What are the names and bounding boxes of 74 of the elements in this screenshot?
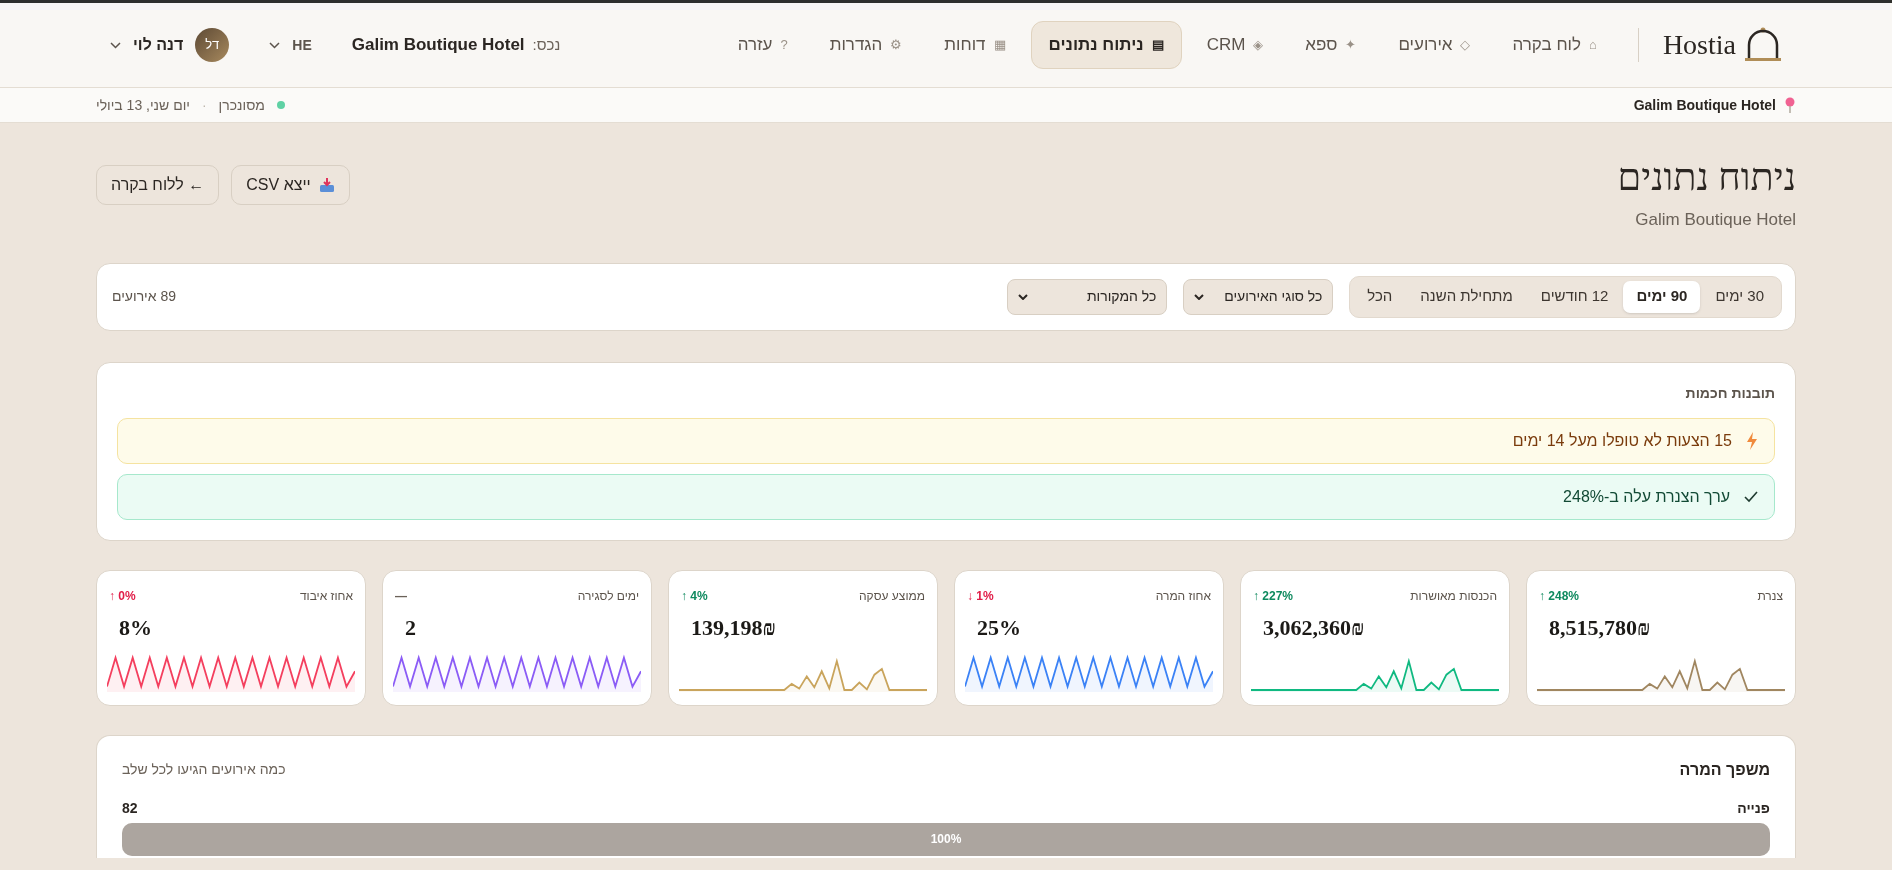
nav-icon: ◈ bbox=[1253, 35, 1264, 55]
chevron-down-icon bbox=[1018, 293, 1029, 300]
kpi-delta: — bbox=[395, 587, 407, 605]
nav-tab[interactable]: ◇ אירועים bbox=[1381, 21, 1488, 69]
section-title: תובנות חכמות bbox=[1684, 383, 1775, 403]
event-count: 89 אירועים bbox=[112, 287, 176, 306]
kpi-label: צנרת bbox=[1757, 587, 1783, 605]
user-name: דנה לוי bbox=[133, 35, 184, 55]
nav-tab[interactable]: ◈ CRM bbox=[1189, 21, 1281, 69]
export-button[interactable]: ייצא CSV bbox=[231, 165, 350, 205]
nav-icon: ✦ bbox=[1345, 35, 1357, 55]
nav-icon: ⚙ bbox=[890, 35, 903, 55]
kpi-label: אחוז המרה bbox=[1155, 587, 1211, 605]
period-tab[interactable]: מתחילת השנה bbox=[1407, 280, 1526, 313]
stage-name: פנייה bbox=[1737, 798, 1770, 818]
nav-icon: ▦ bbox=[993, 35, 1006, 55]
kpi-delta: ↑ 227% bbox=[1253, 587, 1294, 605]
period-tab[interactable]: 90 ימים bbox=[1623, 280, 1701, 313]
nav-icon: ◇ bbox=[1460, 35, 1471, 55]
insight-text: ערך הצנרת עלה ב-248% bbox=[1563, 486, 1730, 507]
kpi-delta: ↑ 4% bbox=[681, 587, 708, 605]
sync-status: מסונכרן bbox=[218, 95, 265, 115]
kpi-value: 3,062,360₪ bbox=[1263, 613, 1365, 642]
nav-tab[interactable]: ⚙ הגדרות bbox=[812, 21, 920, 69]
chevron-down-icon bbox=[110, 41, 121, 49]
cloche-logo-icon bbox=[1744, 27, 1782, 63]
nav-tab[interactable]: ⌂ לוח בקרה bbox=[1495, 21, 1614, 69]
page-subtitle: Galim Boutique Hotel bbox=[1634, 209, 1796, 231]
funnel-bar: 100% bbox=[122, 822, 1770, 856]
section-subtitle: כמה אירועים הגיעו לכל שלב bbox=[122, 760, 286, 779]
kpi-delta: ↑ 248% bbox=[1539, 587, 1580, 605]
page-title: ניתוח נתונים bbox=[1617, 155, 1796, 200]
nav-tab[interactable]: ? עזרה bbox=[720, 21, 805, 69]
kpi-value: 8% bbox=[119, 613, 152, 642]
nav-tab[interactable]: ▤ ניתוח נתונים bbox=[1030, 21, 1182, 69]
kpi-value: 2 bbox=[405, 613, 416, 642]
check-icon bbox=[1744, 490, 1758, 503]
kpi-delta: ↑ 0% bbox=[109, 587, 136, 605]
chevron-down-icon bbox=[1194, 293, 1205, 300]
back-button[interactable]: ← ללוח בקרה bbox=[96, 165, 220, 205]
property-name: Galim Boutique Hotel bbox=[351, 34, 525, 57]
filter-dropdown[interactable]: כל המקורות bbox=[1007, 278, 1168, 315]
period-tab[interactable]: הכל bbox=[1354, 280, 1406, 313]
nav-icon: ▤ bbox=[1151, 35, 1164, 55]
filter-dropdown[interactable]: כל סוגי האירועים bbox=[1183, 278, 1334, 315]
kpi-delta: ↓ 1% bbox=[967, 587, 994, 605]
date-text: יום שני, 13 ביולי bbox=[96, 95, 190, 115]
stage-count: 82 bbox=[122, 798, 138, 818]
period-tab[interactable]: 12 חודשים bbox=[1527, 280, 1622, 313]
lightning-icon bbox=[1746, 431, 1758, 450]
brand-name: Hostia bbox=[1662, 28, 1736, 62]
pin-icon bbox=[1784, 97, 1796, 113]
insight-text: 15 הצעות לא טופלו מעל 14 ימים bbox=[1512, 430, 1732, 451]
user-menu[interactable]: דל דנה לוי bbox=[110, 28, 230, 62]
period-tab[interactable]: 30 ימים bbox=[1702, 280, 1777, 313]
nav-icon: ⌂ bbox=[1589, 35, 1597, 55]
kpi-value: 25% bbox=[977, 613, 1021, 642]
language-selector[interactable]: HE bbox=[269, 34, 312, 56]
separator: · bbox=[201, 95, 207, 115]
kpi-label: ימים לסגירה bbox=[577, 587, 639, 605]
nav-tab[interactable]: ✦ ספא bbox=[1288, 21, 1374, 69]
kpi-label: אחוז איבוד bbox=[299, 587, 353, 605]
kpi-label: ממוצע עסקה bbox=[859, 587, 925, 605]
hotel-name: Galim Boutique Hotel bbox=[1633, 95, 1776, 115]
chevron-down-icon bbox=[269, 41, 281, 49]
property-label: נכס: bbox=[532, 34, 561, 55]
kpi-value: 8,515,780₪ bbox=[1549, 613, 1651, 642]
avatar: דל bbox=[195, 28, 230, 62]
nav-tab[interactable]: ▦ דוחות bbox=[927, 21, 1023, 69]
nav-icon: ? bbox=[780, 35, 788, 55]
inbox-tray-icon bbox=[318, 177, 335, 193]
kpi-label: הכנסות מאושרות bbox=[1410, 587, 1497, 605]
section-title: משפך המרה bbox=[1679, 759, 1770, 780]
kpi-value: 139,198₪ bbox=[691, 613, 776, 642]
